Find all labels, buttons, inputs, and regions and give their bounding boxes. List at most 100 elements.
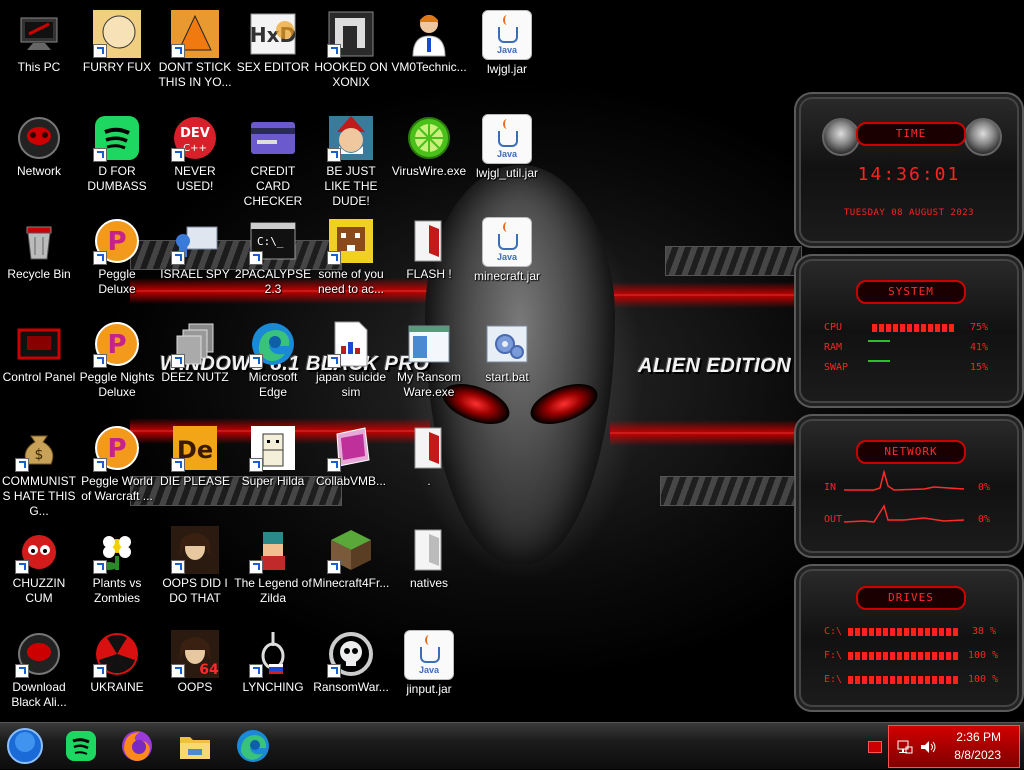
desktop-icon-2pacalypse[interactable]: C:\_ 2PACALYPSE 2.3 (234, 213, 312, 297)
taskbar-firefox-button[interactable] (118, 727, 156, 765)
application-window-icon (405, 320, 453, 368)
desktop-icon-flash[interactable]: FLASH ! (390, 213, 468, 282)
taskbar-file-explorer-button[interactable] (176, 727, 214, 765)
desktop-icon-this-pc[interactable]: This PC (0, 6, 78, 75)
desktop-icon-dot-folder[interactable]: . (390, 420, 468, 489)
shortcut-arrow-icon (171, 354, 185, 368)
icon-label: CHUZZIN CUM (12, 576, 66, 605)
desktop-icon-natives[interactable]: natives (390, 522, 468, 591)
start-orb-icon (7, 728, 43, 764)
desktop-icon-microsoft-edge[interactable]: Microsoft Edge (234, 316, 312, 400)
system-swap-label: SWAP (824, 362, 849, 373)
desktop-icon-chuzzin[interactable]: CHUZZIN CUM (0, 522, 78, 606)
start-button[interactable] (6, 727, 44, 765)
svg-text:64: 64 (199, 662, 219, 678)
desktop-icon-download-black-alien[interactable]: Download Black Ali... (0, 626, 78, 710)
taskbar-spotify-button[interactable] (62, 727, 100, 765)
desktop-icon-be-just-like-dude[interactable]: BE JUST LIKE THE DUDE! (312, 110, 390, 209)
desktop-icon-minecraft-jar[interactable]: Java minecraft.jar (468, 213, 546, 284)
svg-text:P: P (107, 434, 126, 464)
desktop-icon-recycle-bin[interactable]: Recycle Bin (0, 213, 78, 282)
desktop-icon-die-please[interactable]: De DIE PLEASE (156, 420, 234, 489)
desktop-icon-never-used[interactable]: DEV C++ NEVER USED! (156, 110, 234, 194)
desktop-icon-lwjgl-util-jar[interactable]: Java lwjgl_util.jar (468, 110, 546, 181)
icon-label: DONT STICK THIS IN YO... (158, 60, 232, 89)
desktop-icon-oops-did-i[interactable]: OOPS DID I DO THAT (156, 522, 234, 606)
desktop-icon-ukraine[interactable]: UKRAINE (78, 626, 156, 695)
show-hidden-icons-button[interactable] (868, 741, 882, 753)
desktop-icon-start-bat[interactable]: start.bat (468, 316, 546, 385)
desktop-icon-super-hilda[interactable]: Super Hilda (234, 420, 312, 489)
network-in-value: 0% (978, 482, 991, 493)
system-ram-label: RAM (824, 342, 843, 353)
network-out-value: 0% (978, 514, 991, 525)
shortcut-arrow-icon (93, 354, 107, 368)
desktop-icon-minecraft4free[interactable]: Minecraft4Fr... (312, 522, 390, 591)
computer-icon (15, 10, 63, 58)
desktop-icon-furry-fux[interactable]: FURRY FUX (78, 6, 156, 75)
folder-document-icon (405, 526, 453, 574)
desktop-icon-israel-spy[interactable]: ISRAEL SPY (156, 213, 234, 282)
desktop-icon-ransomware[interactable]: RansomWar... (312, 626, 390, 695)
icon-label: some of you need to ac... (317, 267, 385, 296)
shortcut-arrow-icon (15, 664, 29, 678)
money-bag-icon: $ (15, 424, 63, 472)
icon-label: lwjgl.jar (486, 62, 527, 76)
wallpaper-stripe (600, 282, 800, 308)
icon-label: CollabVMB... (315, 474, 387, 488)
taskbar-clock-date[interactable]: 8/8/2023 (954, 748, 1001, 762)
shortcut-arrow-icon (171, 560, 185, 574)
desktop-icon-jinput-jar[interactable]: Java jinput.jar (390, 626, 468, 697)
lime-icon (405, 114, 453, 162)
desktop-icon-dont-stick[interactable]: DONT STICK THIS IN YO... (156, 6, 234, 90)
taskbar-clock-time[interactable]: 2:36 PM (956, 730, 1001, 744)
volume-icon[interactable] (919, 739, 937, 755)
icon-label: japan suicide sim (315, 370, 387, 399)
desktop-icon-credit-card-checker[interactable]: CREDIT CARD CHECKER (234, 110, 312, 209)
svg-text:P: P (107, 227, 126, 257)
drive-c-bar (848, 628, 958, 636)
desktop-icon-plants-vs-zombies[interactable]: Plants vs Zombies (78, 522, 156, 606)
icon-label: 2PACALYPSE 2.3 (234, 267, 312, 296)
desktop-icon-peggle-wow[interactable]: P Peggle World of Warcraft ... (78, 420, 156, 504)
spotify-icon (66, 731, 96, 761)
desktop-icon-viruswire[interactable]: VirusWire.exe (390, 110, 468, 179)
desktop-icon-my-ransom-ware[interactable]: My Ransom Ware.exe (390, 316, 468, 400)
drive-c-value: 38 % (972, 626, 997, 637)
desktop-icon-communists[interactable]: $ COMMUNISTS HATE THIS G... (0, 420, 78, 519)
shortcut-arrow-icon (327, 44, 341, 58)
desktop-icon-collabvm[interactable]: CollabVMB... (312, 420, 390, 489)
shortcut-arrow-icon (327, 560, 341, 574)
shortcut-arrow-icon (327, 148, 341, 162)
system-tray: 2:36 PM 8/8/2023 (888, 725, 1020, 768)
icon-label: Control Panel (2, 370, 76, 384)
desktop-icon-control-panel[interactable]: Control Panel (0, 316, 78, 385)
system-cpu-bar (872, 324, 954, 332)
desktop-icon-sex-editor[interactable]: HxD SEX EDITOR (234, 6, 312, 75)
cartoon-image-icon (93, 10, 141, 58)
desktop-icon-d-for-dumbass[interactable]: D FOR DUMBASS (78, 110, 156, 194)
desktop-icon-hooked-on-xonix[interactable]: HOOKED ON XONIX (312, 6, 390, 90)
taskbar-edge-button[interactable] (234, 727, 272, 765)
icon-label: OOPS DID I DO THAT (162, 576, 228, 605)
desktop-icon-network[interactable]: Network (0, 110, 78, 179)
edge-icon (249, 320, 297, 368)
java-jar-icon: Java (482, 114, 532, 164)
desktop-icon-peggle-deluxe[interactable]: P Peggle Deluxe (78, 213, 156, 297)
desktop-icon-oops[interactable]: 64 OOPS (156, 626, 234, 695)
desktop-icon-vm0technic[interactable]: VM0Technic... (390, 6, 468, 75)
desktop-icon-lwjgl-jar[interactable]: Java lwjgl.jar (468, 6, 546, 77)
network-out-label: OUT (824, 514, 843, 525)
desktop-icon-some-of-you[interactable]: some of you need to ac... (312, 213, 390, 297)
desktop-icon-peggle-nights[interactable]: P Peggle Nights Deluxe (78, 316, 156, 400)
desktop-icon-lynching[interactable]: LYNCHING (234, 626, 312, 695)
icon-label: lwjgl_util.jar (475, 166, 539, 180)
network-status-icon[interactable] (897, 739, 913, 755)
desktop-icon-japan-suicide-sim[interactable]: japan suicide sim (312, 316, 390, 400)
gadget-drives-header: DRIVES (856, 586, 966, 610)
desktop-icon-deez-nutz[interactable]: DEEZ NUTZ (156, 316, 234, 385)
alien-skull-icon (822, 118, 860, 156)
icon-label: Minecraft4Fr... (312, 576, 390, 590)
icon-label: natives (409, 576, 449, 590)
desktop-icon-legend-of-zilda[interactable]: The Legend of Zilda (234, 522, 312, 606)
